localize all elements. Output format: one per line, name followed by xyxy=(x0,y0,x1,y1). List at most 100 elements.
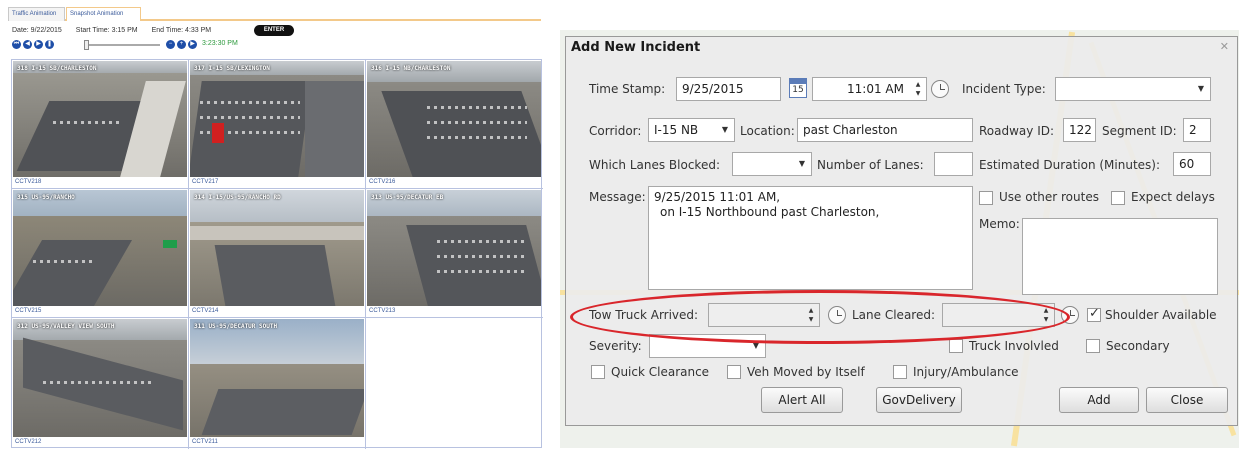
camera-image: 317 I-15 SB/LEXINGTON xyxy=(190,61,364,177)
use-other-routes-label: Use other routes xyxy=(999,190,1099,204)
segment-id-label: Segment ID: xyxy=(1102,124,1177,138)
alert-all-button[interactable]: Alert All xyxy=(761,387,843,413)
lanes-blocked-label: Which Lanes Blocked: xyxy=(589,158,720,172)
add-incident-dialog: Add New Incident ✕ Time Stamp: 9/25/2015… xyxy=(565,36,1238,426)
camera-cell[interactable]: 316 I-15 NB/CHARLESTON CCTV216 xyxy=(366,60,543,189)
camera-caption: CCTV215 xyxy=(15,308,42,314)
use-other-routes-checkbox[interactable] xyxy=(979,191,993,205)
clock-icon[interactable] xyxy=(1061,306,1079,324)
timeline-track[interactable] xyxy=(84,44,160,46)
expect-delays-checkbox[interactable] xyxy=(1111,191,1125,205)
first-frame-icon[interactable]: ⏮ xyxy=(12,40,21,49)
tab-snapshot-animation[interactable]: Snapshot Animation xyxy=(66,7,141,21)
camera-caption: CCTV213 xyxy=(369,308,396,314)
play-icon[interactable]: ▶ xyxy=(34,40,43,49)
injury-ambulance-label: Injury/Ambulance xyxy=(913,365,1019,379)
lane-cleared-field[interactable]: ▲ ▼ xyxy=(942,303,1055,327)
time-stamp-time-field[interactable]: 11:01 AM ▲ ▼ xyxy=(812,77,927,101)
clock-icon[interactable] xyxy=(828,306,846,324)
camera-overlay-text: 312 US-95/VALLEY VIEW SOUTH xyxy=(17,323,115,330)
message-line: on I-15 Northbound past Charleston, xyxy=(660,205,880,219)
camera-caption: CCTV212 xyxy=(15,439,42,445)
prev-frame-icon[interactable]: ◀ xyxy=(23,40,32,49)
camera-caption: CCTV211 xyxy=(192,439,218,445)
faster-icon[interactable]: + xyxy=(177,40,186,49)
number-of-lanes-label: Number of Lanes: xyxy=(817,158,924,172)
injury-ambulance-checkbox[interactable] xyxy=(893,365,907,379)
memo-textarea[interactable] xyxy=(1022,218,1218,295)
segment-id-field[interactable]: 2 xyxy=(1183,118,1211,142)
tow-truck-arrived-field[interactable]: ▲ ▼ xyxy=(708,303,820,327)
camera-cell[interactable]: 313 US-95/DECATUR EB CCTV213 xyxy=(366,189,543,318)
tow-spinner-icon[interactable]: ▲ ▼ xyxy=(806,306,816,324)
camera-caption: CCTV214 xyxy=(192,308,219,314)
location-field[interactable]: past Charleston xyxy=(797,118,973,142)
corridor-select[interactable]: I-15 NB ▼ xyxy=(648,118,735,142)
tow-truck-arrived-label: Tow Truck Arrived: xyxy=(589,308,699,322)
end-time-label: End Time: 4:33 PM xyxy=(151,27,212,34)
enter-button[interactable]: ENTER xyxy=(254,25,294,36)
dialog-title: Add New Incident xyxy=(571,40,701,55)
clock-icon[interactable] xyxy=(931,80,949,98)
camera-cell[interactable]: 314 I-15/US-95/RANCHO RD CCTV214 xyxy=(189,189,366,318)
chevron-down-icon: ▼ xyxy=(721,125,728,134)
expect-delays-label: Expect delays xyxy=(1131,190,1215,204)
lane-cleared-spinner-icon[interactable]: ▲ ▼ xyxy=(1041,306,1051,324)
close-icon[interactable]: ✕ xyxy=(1220,40,1229,53)
timeline-thumb[interactable] xyxy=(84,40,89,50)
camera-overlay-text: 318 I-15 SB/CHARLESTON xyxy=(17,65,97,72)
start-time-label: Start Time: 3:15 PM xyxy=(75,27,138,34)
next-frame-icon[interactable]: ▶ xyxy=(188,40,197,49)
veh-moved-checkbox[interactable] xyxy=(727,365,741,379)
shoulder-available-checkbox[interactable] xyxy=(1087,306,1101,322)
memo-label: Memo: xyxy=(979,217,1020,231)
secondary-label: Secondary xyxy=(1106,339,1170,353)
time-range-row: Date: 9/22/2015 Start Time: 3:15 PM End … xyxy=(12,27,223,34)
calendar-icon[interactable]: 15 xyxy=(789,78,807,98)
truck-involved-checkbox[interactable] xyxy=(949,339,963,353)
secondary-checkbox[interactable] xyxy=(1086,339,1100,353)
time-spinner-icon[interactable]: ▲ ▼ xyxy=(913,80,923,98)
dialog-titlebar: Add New Incident ✕ xyxy=(566,37,1237,59)
camera-cell[interactable]: 312 US-95/VALLEY VIEW SOUTH CCTV212 xyxy=(12,318,189,449)
message-textarea[interactable]: 9/25/2015 11:01 AM, on I-15 Northbound p… xyxy=(648,186,973,290)
add-button[interactable]: Add xyxy=(1059,387,1139,413)
veh-moved-label: Veh Moved by Itself xyxy=(747,365,865,379)
pause-icon[interactable]: ❚ xyxy=(45,40,54,49)
incident-type-select[interactable]: ▼ xyxy=(1055,77,1211,101)
camera-image: 318 I-15 SB/CHARLESTON xyxy=(13,61,187,177)
camera-grid: 318 I-15 SB/CHARLESTON CCTV218 317 I-15 … xyxy=(11,59,543,449)
camera-caption: CCTV216 xyxy=(369,179,396,185)
camera-caption: CCTV218 xyxy=(15,179,42,185)
message-line: 9/25/2015 11:01 AM, xyxy=(654,190,781,204)
severity-select[interactable]: ▼ xyxy=(649,334,766,358)
message-label: Message: xyxy=(589,190,646,204)
camera-overlay-text: 315 US-95/RANCHO xyxy=(17,194,75,201)
time-stamp-date-field[interactable]: 9/25/2015 xyxy=(676,77,781,101)
slower-icon[interactable]: − xyxy=(166,40,175,49)
estimated-duration-label: Estimated Duration (Minutes): xyxy=(979,158,1161,172)
current-time: 3:23:30 PM xyxy=(202,40,238,47)
location-label: Location: xyxy=(740,124,795,138)
camera-cell[interactable]: 318 I-15 SB/CHARLESTON CCTV218 xyxy=(12,60,189,189)
snapshot-animation-panel: Traffic Animation Snapshot Animation Dat… xyxy=(8,5,543,449)
lanes-blocked-select[interactable]: ▼ xyxy=(732,152,812,176)
quick-clearance-checkbox[interactable] xyxy=(591,365,605,379)
truck-involved-label: Truck Involvled xyxy=(969,339,1059,353)
number-of-lanes-field[interactable] xyxy=(934,152,973,176)
camera-caption: CCTV217 xyxy=(192,179,219,185)
chevron-down-icon: ▼ xyxy=(752,341,759,350)
govdelivery-button[interactable]: GovDelivery xyxy=(876,387,962,413)
severity-label: Severity: xyxy=(589,339,642,353)
camera-cell[interactable]: 317 I-15 SB/LEXINGTON CCTV217 xyxy=(189,60,366,189)
roadway-id-field[interactable]: 122 xyxy=(1063,118,1096,142)
tab-traffic-animation[interactable]: Traffic Animation xyxy=(8,7,65,21)
time-stamp-time-value: 11:01 AM xyxy=(847,82,904,96)
estimated-duration-field[interactable]: 60 xyxy=(1173,152,1211,176)
camera-overlay-text: 317 I-15 SB/LEXINGTON xyxy=(194,65,270,72)
camera-overlay-text: 316 I-15 NB/CHARLESTON xyxy=(371,65,451,72)
time-stamp-label: Time Stamp: xyxy=(589,82,666,96)
close-button[interactable]: Close xyxy=(1146,387,1228,413)
camera-cell[interactable]: 315 US-95/RANCHO CCTV215 xyxy=(12,189,189,318)
camera-cell[interactable]: 311 US-95/DECATUR SOUTH CCTV211 xyxy=(189,318,366,449)
